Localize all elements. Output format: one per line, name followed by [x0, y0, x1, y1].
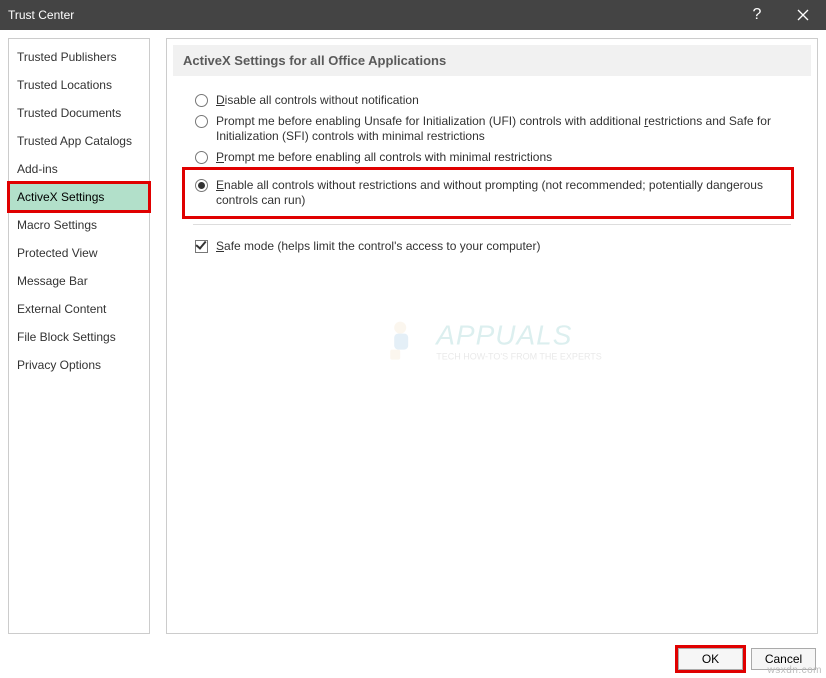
radio-disable-all[interactable]: Disable all controls without notificatio…: [173, 90, 811, 111]
window-title: Trust Center: [0, 8, 734, 22]
sidebar-item-trusted-publishers[interactable]: Trusted Publishers: [9, 43, 149, 71]
sidebar-item-trusted-documents[interactable]: Trusted Documents: [9, 99, 149, 127]
divider: [193, 224, 791, 225]
dialog-body: Trusted Publishers Trusted Locations Tru…: [0, 30, 826, 642]
sidebar-item-add-ins[interactable]: Add-ins: [9, 155, 149, 183]
section-header: ActiveX Settings for all Office Applicat…: [173, 45, 811, 76]
sidebar-item-trusted-app-catalogs[interactable]: Trusted App Catalogs: [9, 127, 149, 155]
sidebar-item-macro-settings[interactable]: Macro Settings: [9, 211, 149, 239]
radio-icon: [195, 179, 208, 192]
checkbox-label: Safe mode (helps limit the control's acc…: [216, 239, 540, 253]
radio-label: Prompt me before enabling Unsafe for Ini…: [216, 114, 791, 144]
ok-button[interactable]: OK: [678, 648, 743, 670]
settings-panel: ActiveX Settings for all Office Applicat…: [166, 38, 818, 634]
sidebar-item-external-content[interactable]: External Content: [9, 295, 149, 323]
watermark-icon: [382, 318, 428, 364]
sidebar-item-file-block-settings[interactable]: File Block Settings: [9, 323, 149, 351]
sidebar-item-activex-settings[interactable]: ActiveX Settings: [9, 183, 149, 211]
radio-prompt-ufi[interactable]: Prompt me before enabling Unsafe for Ini…: [173, 111, 811, 147]
radio-label: Enable all controls without restrictions…: [216, 178, 783, 208]
sidebar-item-privacy-options[interactable]: Privacy Options: [9, 351, 149, 379]
close-icon: [797, 9, 809, 21]
radio-label: Prompt me before enabling all controls w…: [216, 150, 791, 165]
radio-prompt-all[interactable]: Prompt me before enabling all controls w…: [173, 147, 811, 168]
checkbox-safe-mode[interactable]: Safe mode (helps limit the control's acc…: [173, 233, 811, 259]
checkbox-icon: [195, 240, 208, 253]
radio-icon: [195, 115, 208, 128]
radio-icon: [195, 94, 208, 107]
sidebar-item-trusted-locations[interactable]: Trusted Locations: [9, 71, 149, 99]
help-button[interactable]: ?: [734, 0, 780, 30]
watermark: APPUALS TECH HOW-TO'S FROM THE EXPERTS: [382, 318, 602, 364]
sidebar-item-message-bar[interactable]: Message Bar: [9, 267, 149, 295]
source-credit: wsxdn.com: [767, 665, 822, 676]
sidebar-item-protected-view[interactable]: Protected View: [9, 239, 149, 267]
radio-icon: [195, 151, 208, 164]
close-button[interactable]: [780, 0, 826, 30]
titlebar: Trust Center ?: [0, 0, 826, 30]
radio-enable-all[interactable]: Enable all controls without restrictions…: [185, 175, 791, 211]
category-sidebar: Trusted Publishers Trusted Locations Tru…: [8, 38, 150, 634]
radio-label: Disable all controls without notificatio…: [216, 93, 791, 108]
